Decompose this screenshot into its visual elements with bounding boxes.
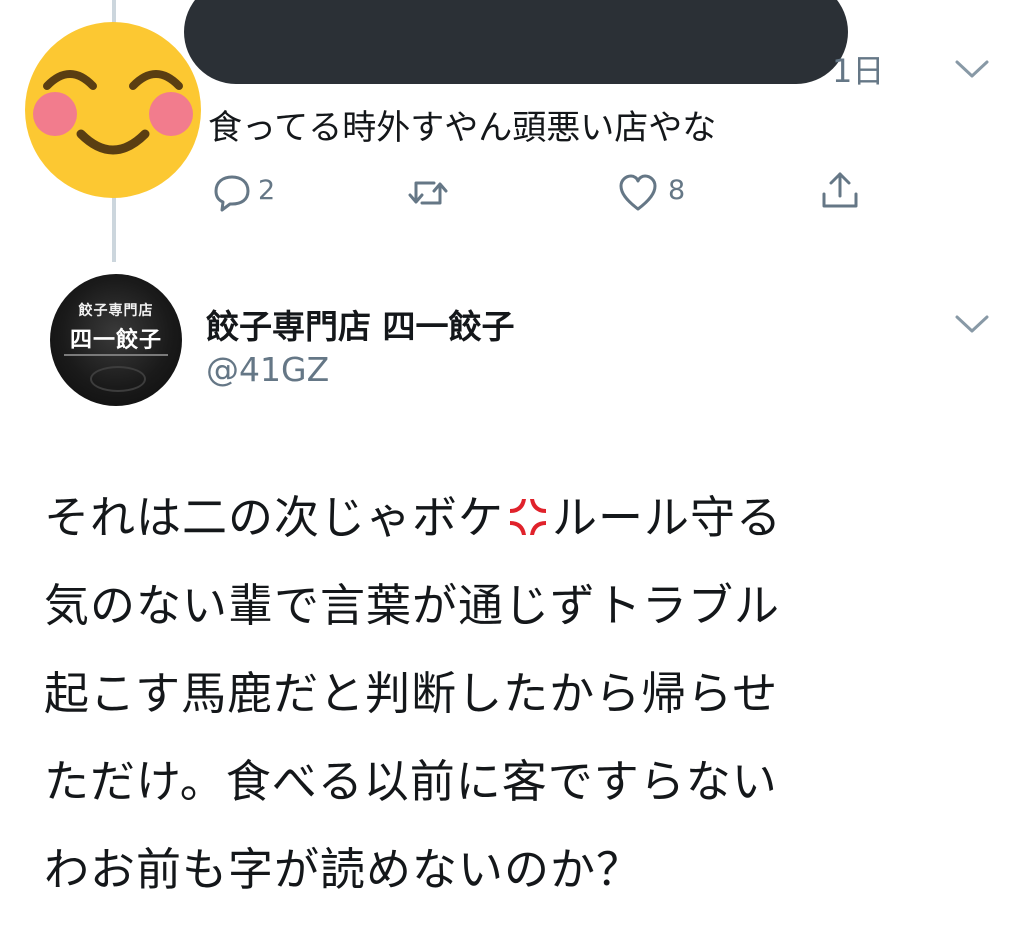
redacted-username [184, 0, 848, 84]
anger-symbol-emoji-icon [510, 499, 547, 535]
share-icon[interactable] [818, 168, 862, 212]
tweet-text-segment: ルール守る [552, 491, 783, 544]
reply-count: 2 [258, 175, 276, 206]
tweet-body-line: 気のない輩で言葉が通じずトラブル [44, 579, 781, 632]
like-count: 8 [668, 175, 686, 206]
avatar-logo-small-text: 餃子専門店 [78, 303, 154, 319]
tweet-body-line: わお前も字が読めないのか？ [44, 843, 643, 896]
avatar-logo-divider [64, 354, 168, 356]
tweet-body-line: ただけ。食べる以前に客ですらない [44, 755, 778, 808]
reply-text: 食ってる時外すやん頭悪い店やな [208, 108, 717, 148]
smiling-emoji-avatar[interactable] [25, 22, 201, 198]
author-handle[interactable]: @41GZ [206, 350, 329, 389]
reply-timestamp: 1日 [832, 52, 885, 90]
tweet-body: それは二の次じゃボケ ルール守る 気のない輩で言葉が通じずトラブル 起こす馬鹿だ… [44, 474, 1004, 914]
chevron-down-icon[interactable] [954, 58, 990, 80]
chevron-down-icon[interactable] [954, 313, 990, 335]
avatar-logo-ring [90, 366, 146, 392]
avatar-logo-large-text: 四一餃子 [69, 328, 162, 353]
comment-icon[interactable] [210, 171, 254, 215]
heart-icon[interactable] [616, 171, 660, 215]
shop-avatar[interactable]: 餃子専門店 四一餃子 [50, 274, 182, 406]
retweet-icon[interactable] [406, 171, 450, 215]
author-display-name[interactable]: 餃子専門店 四一餃子 [206, 300, 515, 348]
tweet-text-segment: それは二の次じゃボケ [44, 491, 505, 544]
tweet-body-line: 起こす馬鹿だと判断したから帰らせ [44, 667, 779, 720]
tweet-body-line: それは二の次じゃボケ ルール守る [44, 474, 1004, 562]
